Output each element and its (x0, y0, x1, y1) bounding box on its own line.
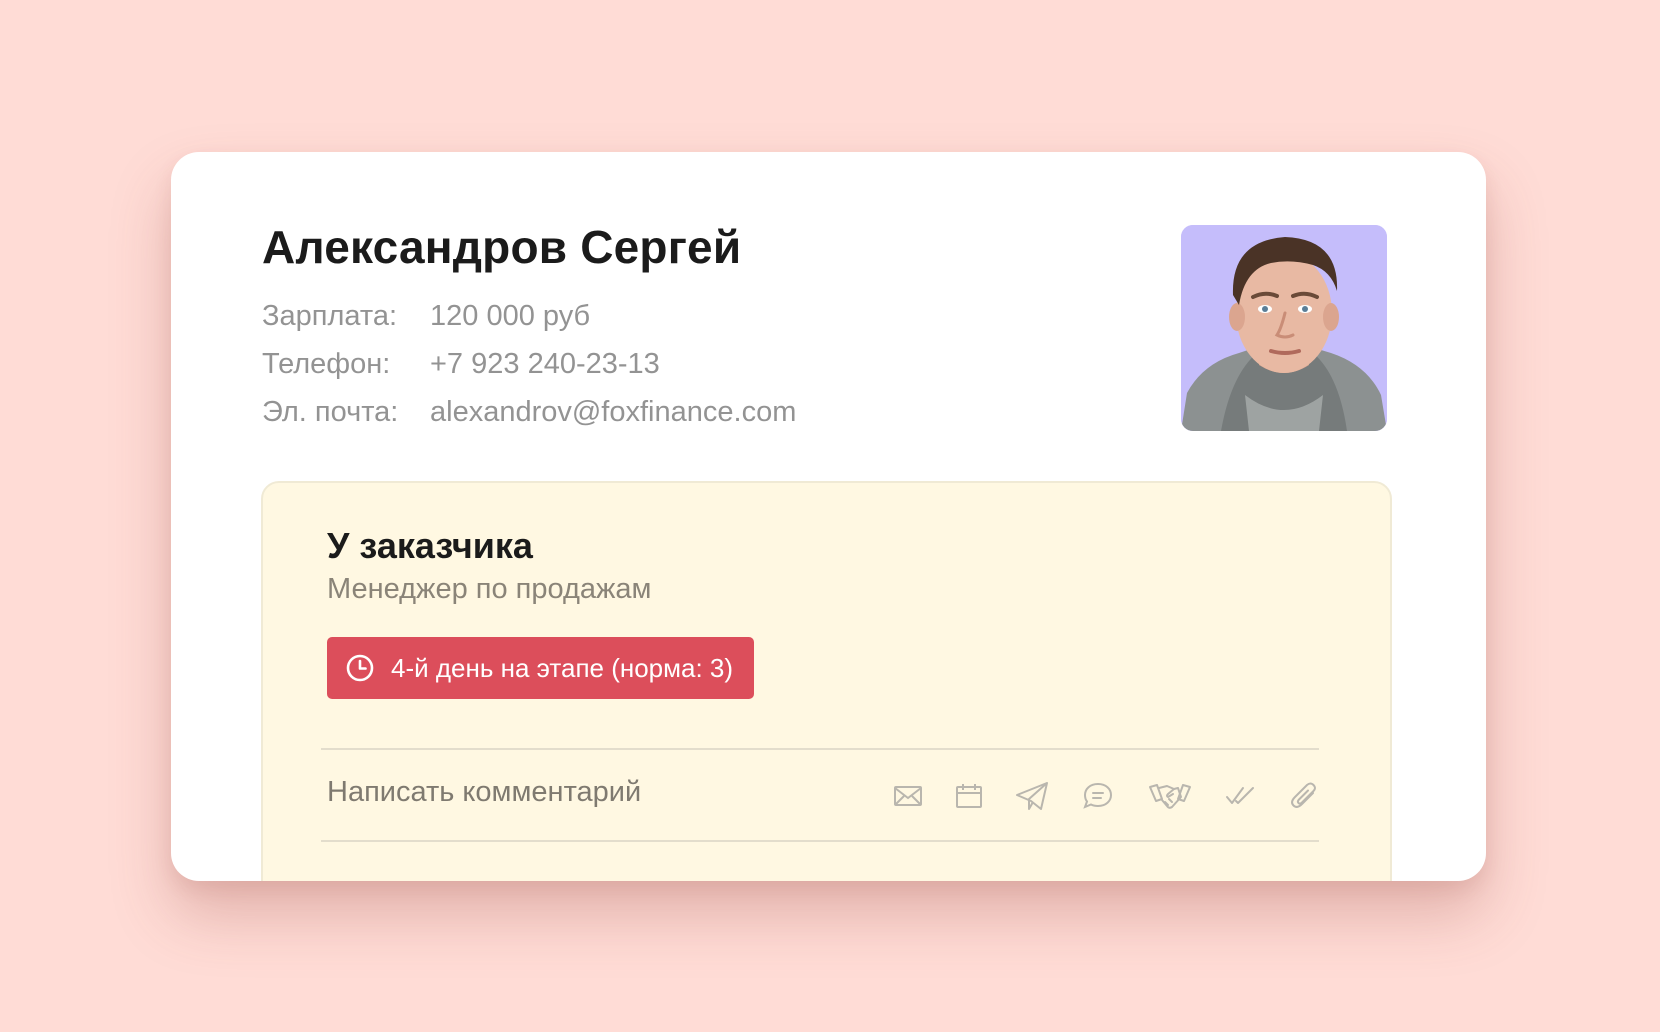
send-icon[interactable] (1015, 778, 1049, 814)
divider (321, 748, 1319, 750)
comment-input[interactable]: Написать комментарий (327, 776, 641, 809)
stage-panel: У заказчика Менеджер по продажам 4-й ден… (261, 481, 1392, 881)
divider (321, 840, 1319, 842)
paperclip-icon[interactable] (1289, 778, 1319, 814)
salary-label: Зарплата: (262, 300, 398, 332)
email-label: Эл. почта: (262, 396, 399, 428)
avatar-photo (1181, 225, 1387, 431)
candidate-card: Александров Сергей Зарплата: 120 000 руб… (171, 152, 1486, 881)
email-value[interactable]: alexandrov@foxfinance.com (430, 392, 796, 432)
mail-icon[interactable] (893, 778, 923, 814)
handshake-icon[interactable] (1148, 778, 1192, 814)
chat-icon[interactable] (1082, 778, 1114, 814)
salary-value: 120 000 руб (430, 300, 591, 332)
phone-label: Телефон: (262, 348, 391, 380)
calendar-icon[interactable] (954, 778, 984, 814)
badge-text: 4-й день на этапе (норма: 3) (391, 652, 734, 683)
avatar (1181, 225, 1387, 431)
candidate-name: Александров Сергей (262, 221, 742, 273)
phone-value[interactable]: +7 923 240-23-13 (430, 344, 660, 384)
stage-duration-badge: 4-й день на этапе (норма: 3) (327, 637, 755, 699)
double-check-icon[interactable] (1225, 778, 1257, 814)
stage-title: У заказчика (327, 525, 533, 566)
clock-icon (345, 653, 375, 683)
stage-position: Менеджер по продажам (327, 573, 652, 605)
